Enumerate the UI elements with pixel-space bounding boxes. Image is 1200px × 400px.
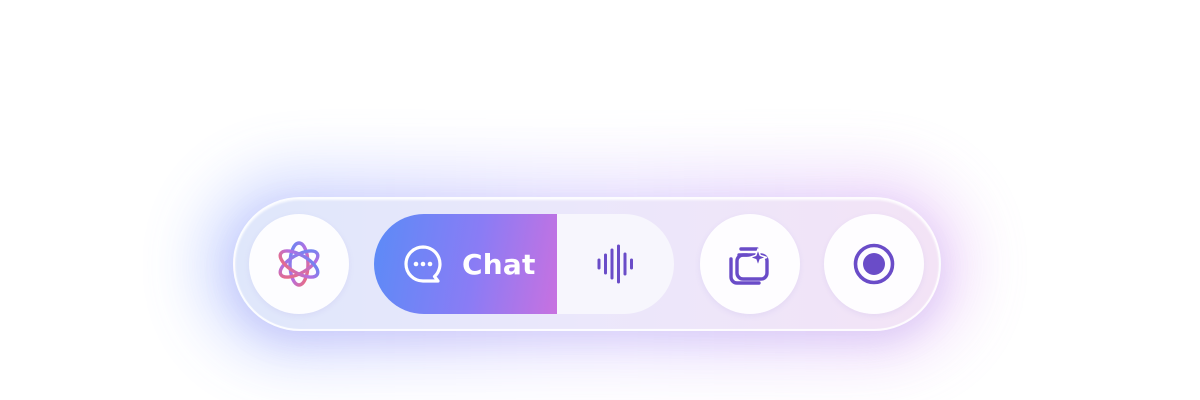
chat-bubble-icon [402,243,444,285]
record-icon [852,242,896,286]
ai-gallery-button[interactable] [700,214,800,314]
interlaced-star-logo-icon [272,237,326,291]
sparkle-gallery-icon [727,241,773,287]
sound-wave-icon [596,244,636,284]
voice-mode-button[interactable] [557,214,674,314]
chat-mode-button[interactable]: Chat [374,214,557,314]
assistant-logo-button[interactable] [249,214,349,314]
mode-switch: Chat [374,214,674,314]
stage: Chat [0,0,1200,400]
record-button[interactable] [824,214,924,314]
chat-mode-label: Chat [462,247,536,281]
